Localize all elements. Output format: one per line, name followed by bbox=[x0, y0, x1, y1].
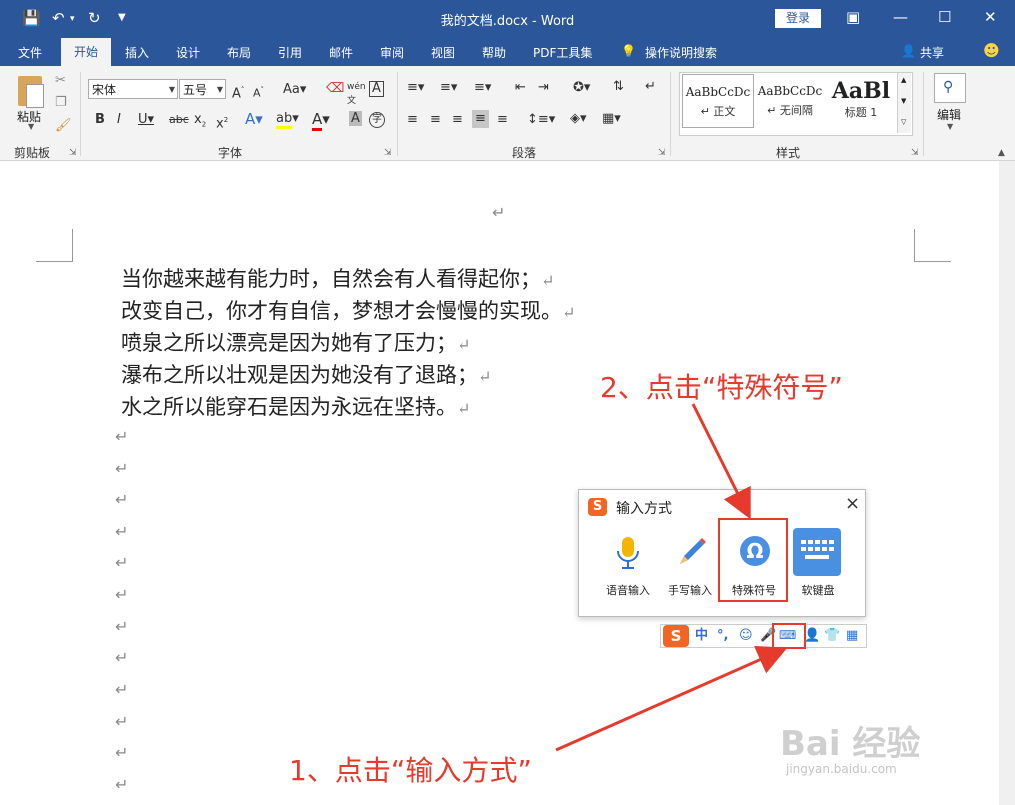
arrow-to-input-mode bbox=[555, 645, 788, 752]
annotation-step-1: 1、点击“输入方式” bbox=[289, 754, 532, 787]
baidu-watermark: Bai 经验 jingyan.baidu.com bbox=[780, 716, 980, 802]
watermark-url: jingyan.baidu.com bbox=[786, 762, 897, 776]
annotation-step-2: 2、点击“特殊符号” bbox=[600, 371, 843, 404]
annotation-arrows bbox=[555, 403, 788, 752]
watermark-logo: Bai 经验 bbox=[780, 724, 921, 764]
arrow-to-special-symbols bbox=[691, 403, 751, 520]
